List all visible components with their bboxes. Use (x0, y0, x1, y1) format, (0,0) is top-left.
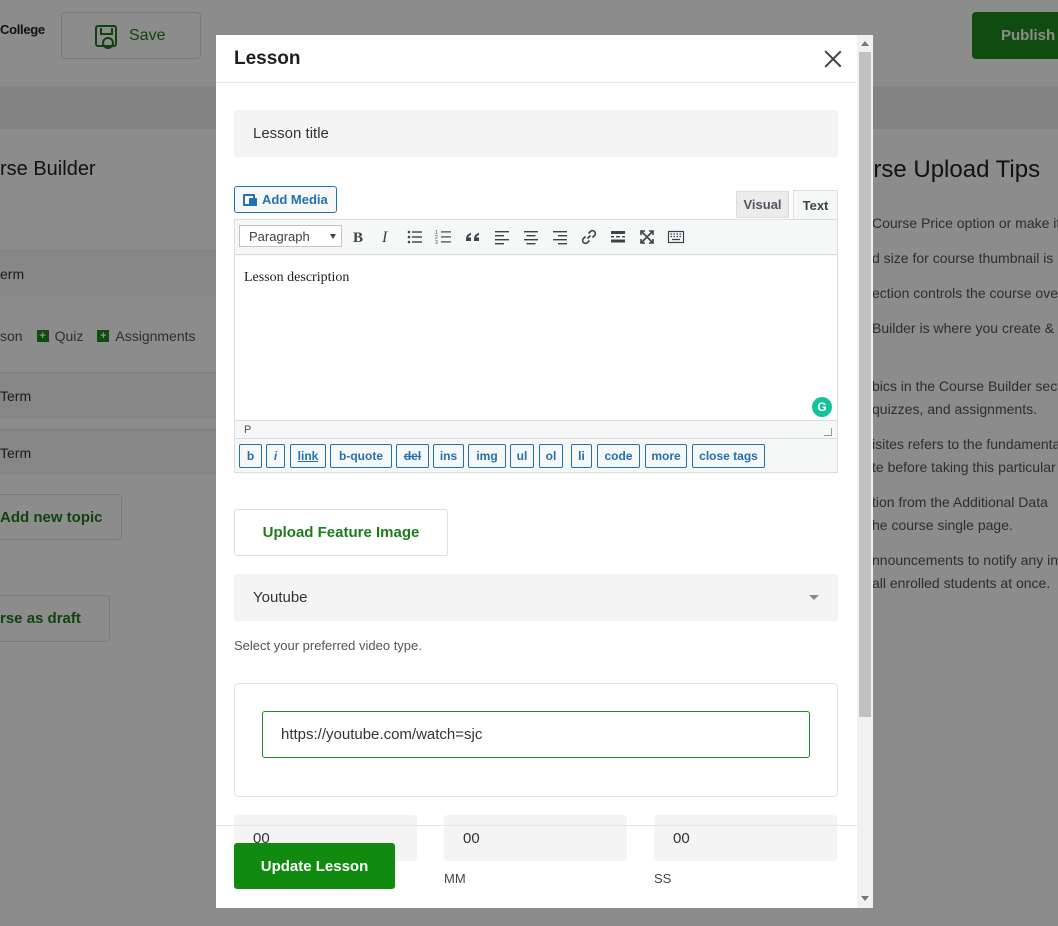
update-lesson-button[interactable]: Update Lesson (234, 843, 395, 889)
bulleted-list-icon[interactable] (404, 226, 426, 248)
scrollbar-thumb[interactable] (859, 52, 871, 717)
tab-visual[interactable]: Visual (736, 191, 789, 218)
video-url-panel: https://youtube.com/watch=sjc (234, 683, 838, 797)
format-select-value: Paragraph (249, 228, 310, 244)
quicktag-del-button[interactable]: del (396, 444, 429, 468)
quicktag-bquote-button[interactable]: b-quote (330, 444, 392, 468)
editor-statusbar: P (235, 420, 837, 438)
media-icon (243, 193, 257, 206)
add-media-label: Add Media (262, 192, 328, 207)
duration-seconds-input[interactable]: 00 (654, 815, 837, 861)
lesson-modal: Lesson Lesson title Add Media Visual Tex… (216, 35, 873, 908)
svg-text:3: 3 (435, 240, 438, 246)
chevron-down-icon (809, 595, 819, 600)
blockquote-icon[interactable] (462, 226, 484, 248)
resize-handle-icon[interactable] (824, 428, 832, 436)
video-type-help: Select your preferred video type. (234, 638, 422, 653)
close-icon[interactable] (823, 49, 843, 69)
modal-header: Lesson (216, 35, 857, 83)
scroll-up-arrow-icon[interactable] (861, 41, 869, 46)
duration-minutes-label: MM (444, 871, 466, 886)
align-right-icon[interactable] (549, 226, 571, 248)
quicktag-ins-button[interactable]: ins (433, 444, 464, 468)
duration-minutes-input[interactable]: 00 (444, 815, 627, 861)
toolbar-toggle-icon[interactable] (665, 226, 687, 248)
read-more-icon[interactable] (607, 226, 629, 248)
quicktag-link-button[interactable]: link (290, 444, 326, 468)
quicktag-ol-button[interactable]: ol (539, 444, 563, 468)
upload-feature-image-button[interactable]: Upload Feature Image (234, 509, 448, 556)
add-media-button[interactable]: Add Media (234, 186, 337, 213)
italic-icon[interactable]: I (375, 226, 397, 248)
video-source-value: Youtube (253, 589, 308, 606)
quicktags-toolbar: b i link b-quote del ins img ul ol li co… (235, 438, 837, 472)
numbered-list-icon[interactable]: 123 (433, 226, 455, 248)
grammarly-icon[interactable]: G (812, 397, 832, 417)
quicktag-close-tags-button[interactable]: close tags (692, 444, 765, 468)
paragraph-format-select[interactable]: Paragraph (239, 225, 342, 247)
bold-icon[interactable]: B (347, 226, 369, 248)
tab-text[interactable]: Text (793, 190, 838, 220)
quicktag-img-button[interactable]: img (468, 444, 506, 468)
lesson-title-input[interactable]: Lesson title (234, 110, 838, 157)
svg-text:I: I (381, 229, 388, 246)
modal-title: Lesson (234, 48, 301, 69)
align-center-icon[interactable] (520, 226, 542, 248)
quicktag-li-button[interactable]: li (571, 444, 592, 468)
dropdown-arrow-icon (330, 234, 336, 239)
svg-text:B: B (353, 230, 363, 246)
modal-scrollbar[interactable] (857, 35, 873, 908)
video-source-select[interactable]: Youtube (234, 574, 838, 621)
scroll-down-arrow-icon[interactable] (861, 896, 869, 901)
quicktag-more-button[interactable]: more (645, 444, 687, 468)
quicktag-ul-button[interactable]: ul (510, 444, 534, 468)
duration-seconds-label: SS (654, 871, 672, 886)
editor-content-area[interactable]: Lesson description (235, 256, 837, 420)
quicktag-code-button[interactable]: code (597, 444, 640, 468)
video-url-input[interactable]: https://youtube.com/watch=sjc (262, 711, 810, 758)
fullscreen-icon[interactable] (636, 226, 658, 248)
modal-footer-divider (216, 825, 857, 826)
quicktag-bold-button[interactable]: b (239, 444, 262, 468)
align-left-icon[interactable] (491, 226, 513, 248)
lesson-description-editor: Paragraph B I 123 Lesson description G P… (234, 219, 838, 473)
editor-toolbar: Paragraph B I 123 (235, 220, 837, 255)
quicktag-italic-button[interactable]: i (266, 444, 285, 468)
insert-link-icon[interactable] (578, 226, 600, 248)
